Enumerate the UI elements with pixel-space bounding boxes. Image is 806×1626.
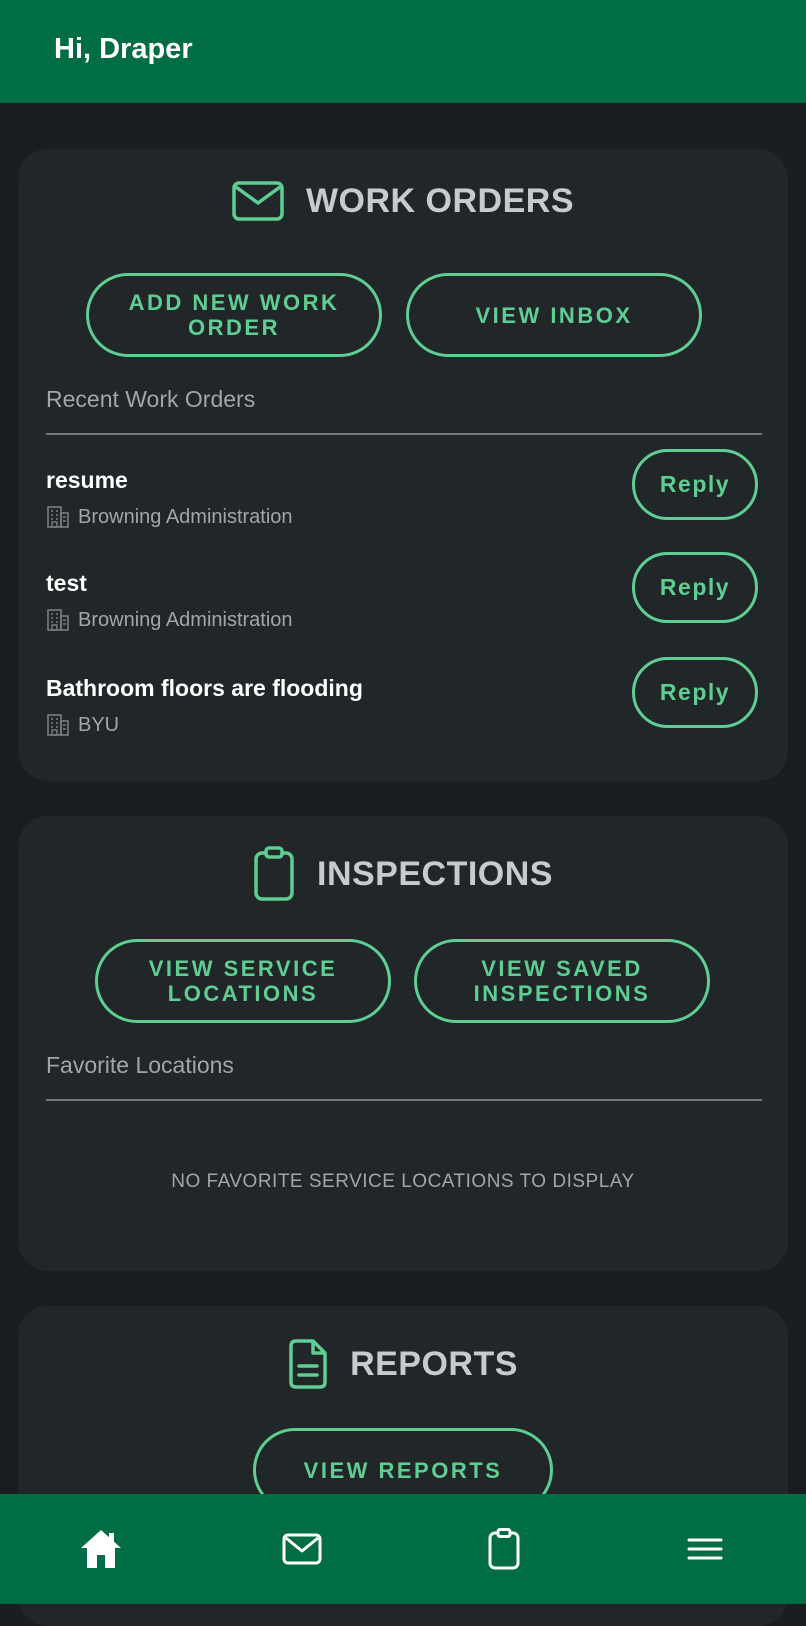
work-orders-card: WORK ORDERS ADD NEW WORK ORDER VIEW INBO… bbox=[18, 149, 788, 781]
nav-mail[interactable] bbox=[242, 1494, 362, 1604]
view-service-locations-button[interactable]: VIEW SERVICE LOCATIONS bbox=[95, 939, 391, 1023]
building-icon bbox=[47, 506, 69, 528]
favorite-locations-label: Favorite Locations bbox=[46, 1052, 234, 1078]
bottom-nav bbox=[0, 1494, 806, 1604]
nav-inspections[interactable] bbox=[444, 1494, 564, 1604]
reply-button[interactable]: Reply bbox=[632, 449, 758, 520]
clipboard-icon bbox=[254, 846, 294, 901]
work-order-row[interactable]: test Browning Administration Reply bbox=[46, 552, 762, 642]
work-order-location: Browning Administration bbox=[46, 505, 293, 529]
document-icon bbox=[289, 1339, 327, 1389]
mail-icon bbox=[232, 181, 284, 221]
nav-menu[interactable] bbox=[645, 1494, 765, 1604]
reports-heading: REPORTS bbox=[18, 1338, 788, 1390]
work-order-location: Browning Administration bbox=[46, 608, 293, 632]
inspections-card: INSPECTIONS VIEW SERVICE LOCATIONS VIEW … bbox=[18, 816, 788, 1271]
inspections-title: INSPECTIONS bbox=[317, 854, 553, 893]
view-saved-inspections-button[interactable]: VIEW SAVED INSPECTIONS bbox=[414, 939, 710, 1023]
empty-favorites-message: NO FAVORITE SERVICE LOCATIONS TO DISPLAY bbox=[171, 1171, 635, 1192]
work-orders-heading: WORK ORDERS bbox=[18, 181, 788, 221]
mail-icon bbox=[282, 1533, 322, 1565]
work-order-location-text: Browning Administration bbox=[78, 505, 293, 528]
app-header: Hi, Draper bbox=[0, 0, 806, 103]
reports-title: REPORTS bbox=[350, 1344, 518, 1383]
building-icon bbox=[47, 714, 69, 736]
work-order-title: test bbox=[46, 570, 87, 596]
work-orders-title: WORK ORDERS bbox=[305, 181, 575, 220]
menu-icon bbox=[687, 1538, 723, 1560]
recent-work-orders-label: Recent Work Orders bbox=[46, 386, 256, 412]
greeting-text: Hi, Draper bbox=[54, 33, 193, 65]
work-order-location-text: BYU bbox=[78, 713, 120, 736]
nav-home[interactable] bbox=[41, 1494, 161, 1604]
home-icon bbox=[81, 1530, 121, 1568]
work-order-row[interactable]: Bathroom floors are flooding BYU Reply bbox=[46, 657, 762, 747]
reply-button[interactable]: Reply bbox=[632, 657, 758, 728]
work-order-title: Bathroom floors are flooding bbox=[46, 675, 363, 701]
building-icon bbox=[47, 609, 69, 631]
work-order-location: BYU bbox=[46, 713, 119, 737]
section-divider bbox=[46, 433, 762, 435]
clipboard-icon bbox=[488, 1528, 520, 1570]
inspections-heading: INSPECTIONS bbox=[18, 846, 788, 902]
reply-button[interactable]: Reply bbox=[632, 552, 758, 623]
add-new-work-order-button[interactable]: ADD NEW WORK ORDER bbox=[86, 273, 382, 357]
section-divider bbox=[46, 1099, 762, 1101]
work-order-title: resume bbox=[46, 467, 128, 493]
view-inbox-button[interactable]: VIEW INBOX bbox=[406, 273, 702, 357]
work-order-row[interactable]: resume Browning Administration Reply bbox=[46, 449, 762, 539]
work-order-location-text: Browning Administration bbox=[78, 608, 293, 631]
